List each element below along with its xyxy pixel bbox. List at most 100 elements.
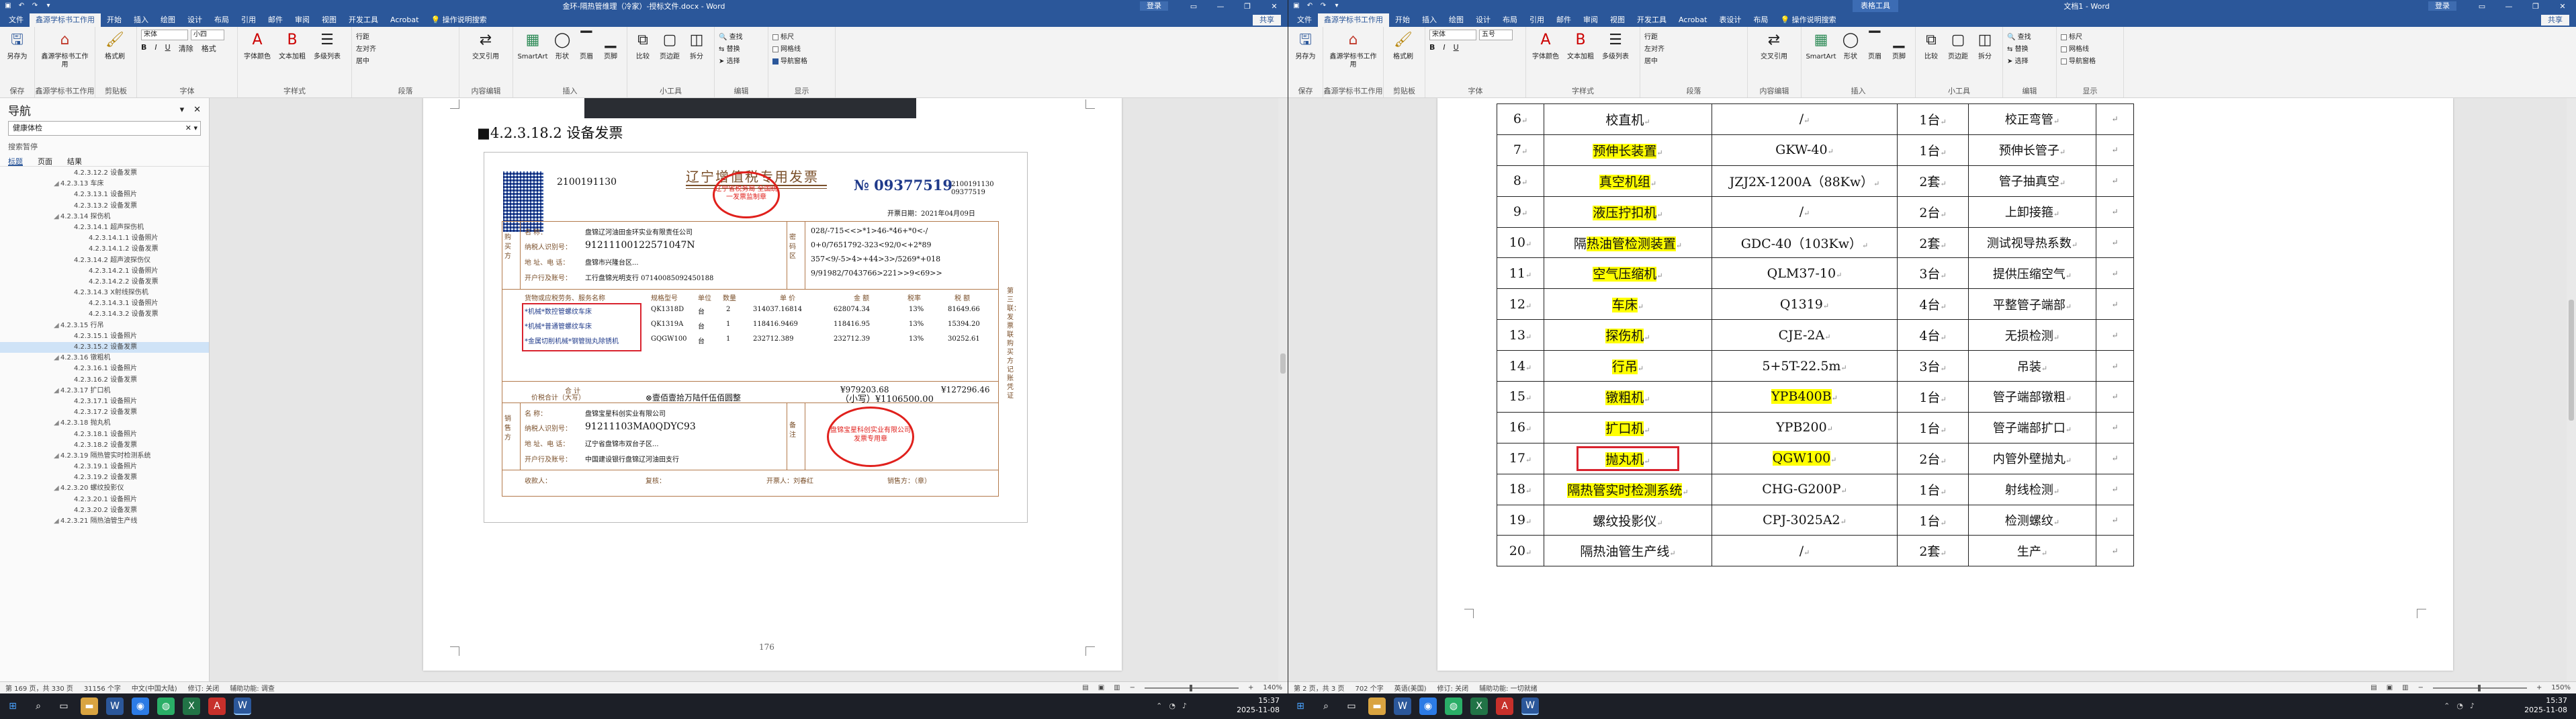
redo-icon[interactable]: ↷ [1319,2,1327,10]
row-end-mark[interactable]: ↵ [2096,442,2134,474]
word-count[interactable]: 702 个字 [1355,683,1383,693]
pdf-icon[interactable]: A [208,697,226,715]
row-end-mark[interactable]: ↵ [2096,196,2134,228]
print-layout-icon[interactable]: ▣ [2387,684,2393,691]
table-cell[interactable]: 空气压缩机↵ [1544,257,1712,290]
select-button[interactable]: ➤ 选择 [2007,55,2031,65]
page-count[interactable]: 第 169 页，共 330 页 [5,683,73,693]
restore-icon[interactable]: ❐ [2522,2,2549,11]
tab-design[interactable]: 设计 [181,13,208,27]
tab-references[interactable]: 引用 [1523,13,1550,27]
table-cell[interactable]: 校正弯管↵ [1968,103,2096,135]
zoom-level[interactable]: 140% [1263,684,1282,691]
table-cell[interactable]: 预伸长管子↵ [1968,134,2096,166]
table-cell[interactable]: 1台↵ [1897,103,1969,135]
nav-tab-pages[interactable]: 页面 [38,156,52,166]
tab-home[interactable]: 开始 [101,13,128,27]
table-cell[interactable]: 1台↵ [1897,504,1969,536]
pdf-icon[interactable]: A [1496,697,1513,715]
gridlines-checkbox[interactable]: 网格线 [2061,43,2096,53]
nav-heading-item[interactable]: 4.2.3.17.2 设备发票 [0,407,209,418]
accessibility[interactable]: 辅助功能: 调查 [230,683,275,693]
nav-heading-item[interactable]: 4.2.3.14.2.2 设备发票 [0,277,209,288]
table-cell[interactable]: 管子端部扩口↵ [1968,411,2096,443]
nav-heading-item[interactable]: 4.2.3.19.1 设备照片 [0,462,209,472]
table-cell[interactable]: 预伸长装置↵ [1544,134,1712,166]
bold-icon[interactable]: B [141,43,146,54]
print-layout-icon[interactable]: ▣ [1098,684,1104,691]
zoom-level[interactable]: 150% [2551,684,2571,691]
table-cell[interactable]: 3台↵ [1897,257,1969,290]
nav-heading-item[interactable]: ◢ 4.2.3.19 隔热管实时检测系统 [0,451,209,462]
tab-design[interactable]: 设计 [1470,13,1497,27]
table-cell[interactable]: /↵ [1712,535,1898,567]
start-icon[interactable]: ⊞ [4,697,21,715]
table-cell[interactable]: 11↵ [1497,257,1544,290]
table-cell[interactable]: 2套↵ [1897,535,1969,567]
table-cell[interactable]: /↵ [1712,103,1898,135]
share-button[interactable]: 共享 [1253,15,1281,26]
word-active-icon[interactable]: W [1521,697,1539,715]
align-left-button[interactable]: 左对齐 [1644,43,1664,53]
table-cell[interactable]: 检测螺纹↵ [1968,504,2096,536]
row-end-mark[interactable]: ↵ [2096,535,2134,567]
nav-heading-item[interactable]: ◢ 4.2.3.16 镦粗机 [0,353,209,364]
table-cell[interactable]: 15↵ [1497,381,1544,413]
autosave-icon[interactable]: ▣ [4,2,12,10]
table-cell[interactable]: 1台↵ [1897,381,1969,413]
nav-heading-item[interactable]: ◢ 4.2.3.21 隔热油管生产线 [0,516,209,527]
table-cell[interactable]: 8↵ [1497,165,1544,197]
excel-icon[interactable]: X [1470,697,1488,715]
browser-icon[interactable]: ◉ [1419,697,1437,715]
font-name-select[interactable]: 宋体 [141,30,188,40]
table-cell[interactable]: 4台↵ [1897,319,1969,351]
collapse-icon[interactable]: ◢ [54,321,60,331]
word-icon[interactable]: W [1394,697,1411,715]
table-cell[interactable]: YPB400B↵ [1712,381,1898,413]
tab-mailings[interactable]: 邮件 [262,13,289,27]
italic-icon[interactable]: I [1443,43,1445,52]
table-cell[interactable]: 隔热油管生产线↵ [1544,535,1712,567]
row-end-mark[interactable]: ↵ [2096,134,2134,166]
tab-insert[interactable]: 插入 [1416,13,1443,27]
nav-tab-headings[interactable]: 标题 [8,156,23,166]
font-size-select[interactable]: 五号 [1479,30,1513,40]
row-end-mark[interactable]: ↵ [2096,288,2134,321]
redo-icon[interactable]: ↷ [31,2,39,10]
nav-heading-item[interactable]: 4.2.3.18.2 设备发票 [0,440,209,451]
file-explorer-icon[interactable]: ▬ [81,697,98,715]
nav-heading-item[interactable]: 4.2.3.12.2 设备发票 [0,168,209,179]
nav-heading-item[interactable]: ◢ 4.2.3.17 扩口机 [0,386,209,396]
network-icon[interactable]: ◔ [2456,702,2463,710]
table-cell[interactable]: 16↵ [1497,411,1544,443]
find-button[interactable]: 🔍 查找 [2007,31,2031,41]
align-center-button[interactable]: 居中 [356,55,376,65]
tab-developer[interactable]: 开发工具 [1631,13,1673,27]
table-cell[interactable]: 射线检测↵ [1968,473,2096,505]
wechat-icon[interactable]: ◍ [1445,697,1462,715]
tab-review[interactable]: 审阅 [289,13,316,27]
read-mode-icon[interactable]: ▤ [1082,684,1088,691]
table-cell[interactable]: GKW-40↵ [1712,134,1898,166]
ruler-checkbox[interactable]: 标尺 [2061,31,2096,41]
table-cell[interactable]: 1台↵ [1897,134,1969,166]
tab-file[interactable]: 文件 [1291,13,1318,27]
table-cell[interactable]: 1台↵ [1897,473,1969,505]
collapse-icon[interactable]: ◢ [54,179,60,189]
table-cell[interactable]: QGW100↵ [1712,442,1898,474]
tab-acrobat[interactable]: Acrobat [384,13,425,27]
table-cell[interactable]: 3台↵ [1897,350,1969,382]
table-cell[interactable]: 14↵ [1497,350,1544,382]
font-name-select[interactable]: 宋体 [1429,30,1476,40]
nav-heading-item[interactable]: 4.2.3.18.1 设备照片 [0,429,209,440]
task-view-icon[interactable]: ▭ [1343,697,1360,715]
file-explorer-icon[interactable]: ▬ [1368,697,1386,715]
nav-options-icon[interactable]: ▾ [180,105,185,115]
accessibility[interactable]: 辅助功能: 一切就绪 [1479,683,1538,693]
nav-heading-item[interactable]: ◢ 4.2.3.14 探伤机 [0,212,209,222]
nav-pane-checkbox[interactable]: 导航窗格 [772,55,807,65]
table-cell[interactable]: 螺纹投影仪↵ [1544,504,1712,536]
restore-icon[interactable]: ❐ [1234,2,1261,11]
table-cell[interactable]: 2台↵ [1897,196,1969,228]
line-spacing-button[interactable]: 行距 [356,31,376,41]
